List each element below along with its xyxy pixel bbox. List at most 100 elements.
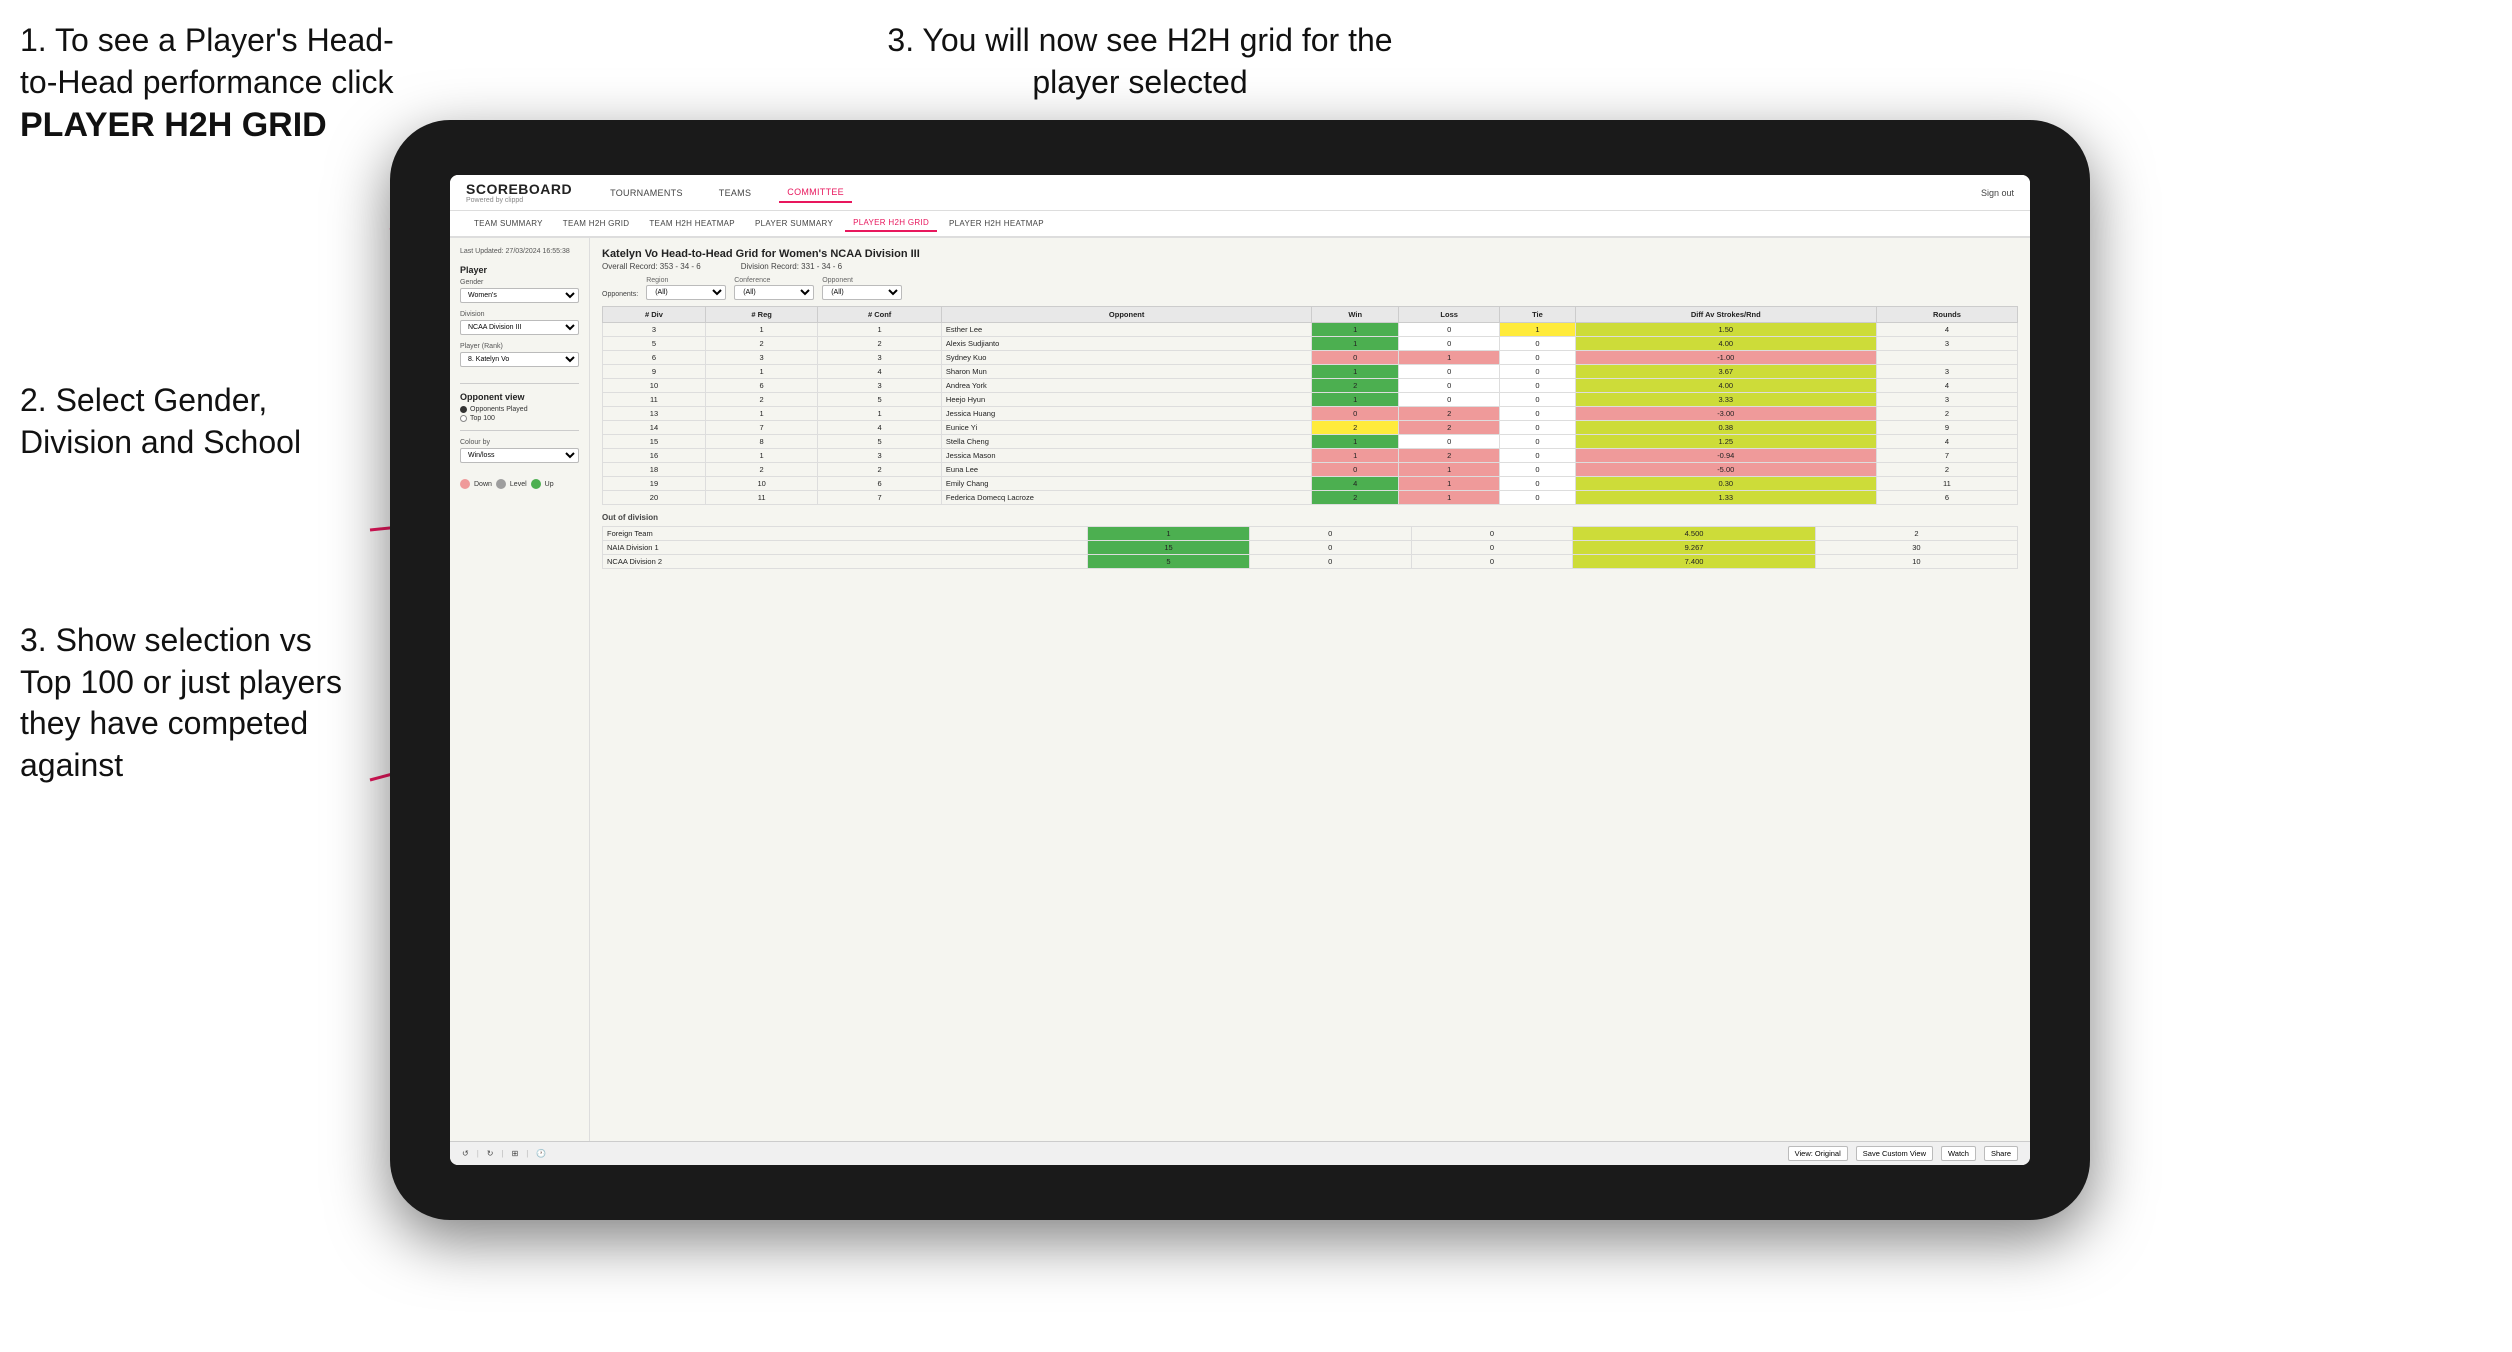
- table-row: 19 10 6 Emily Chang 4 1 0 0.30 11: [603, 477, 2018, 491]
- toolbar-refresh[interactable]: 🕐: [536, 1149, 546, 1158]
- sidebar-gender-label: Gender: [460, 279, 579, 286]
- tablet-screen: SCOREBOARD Powered by clippd TOURNAMENTS…: [450, 175, 2030, 1165]
- logo-area: SCOREBOARD Powered by clippd: [466, 181, 572, 204]
- toolbar-sep3: |: [526, 1149, 528, 1158]
- main-content: Last Updated: 27/03/2024 16:55:38 Player…: [450, 238, 2030, 1141]
- table-row: 3 1 1 Esther Lee 1 0 1 1.50 4: [603, 323, 2018, 337]
- table-row: 16 1 3 Jessica Mason 1 2 0 -0.94 7: [603, 449, 2018, 463]
- sidebar-division-label: Division: [460, 311, 579, 318]
- radio-dot-opponents: [460, 406, 467, 413]
- table-row: 15 8 5 Stella Cheng 1 0 0 1.25 4: [603, 435, 2018, 449]
- step2-text: 2. Select Gender, Division and School: [20, 382, 301, 460]
- toolbar-watch[interactable]: Watch: [1941, 1146, 1976, 1161]
- col-header-loss: Loss: [1399, 307, 1500, 323]
- filter-conference-select[interactable]: (All): [734, 285, 814, 300]
- filter-region-select[interactable]: (All): [646, 285, 726, 300]
- step1-bold: PLAYER H2H GRID: [20, 106, 327, 144]
- filter-conference-group: Conference (All): [734, 277, 814, 300]
- app-header: SCOREBOARD Powered by clippd TOURNAMENTS…: [450, 175, 2030, 211]
- sidebar-colour-by-label: Colour by: [460, 439, 579, 446]
- nav-tournaments[interactable]: TOURNAMENTS: [602, 184, 691, 202]
- toolbar-sep2: |: [501, 1149, 503, 1158]
- col-header-win: Win: [1312, 307, 1399, 323]
- col-header-conf: # Conf: [818, 307, 942, 323]
- grid-records: Overall Record: 353 - 34 - 6 Division Re…: [602, 262, 2018, 271]
- toolbar-redo[interactable]: ↻: [487, 1149, 494, 1158]
- sidebar-gender-select[interactable]: Women's Men's: [460, 288, 579, 303]
- toolbar-view-original[interactable]: View: Original: [1788, 1146, 1848, 1161]
- sidebar-opponent-options: Opponents Played Top 100: [460, 406, 579, 422]
- main-data-table: # Div # Reg # Conf Opponent Win Loss Tie…: [602, 306, 2018, 505]
- table-row: 20 11 7 Federica Domecq Lacroze 2 1 0 1.…: [603, 491, 2018, 505]
- colour-dot-level: [496, 479, 506, 489]
- filter-opponent-select[interactable]: (All): [822, 285, 902, 300]
- step1-text: 1. To see a Player's Head-to-Head perfor…: [20, 22, 394, 100]
- instruction-step1: 1. To see a Player's Head-to-Head perfor…: [20, 20, 400, 147]
- subnav-team-h2h-grid[interactable]: TEAM H2H GRID: [555, 216, 638, 231]
- col-header-div: # Div: [603, 307, 706, 323]
- sub-navigation: TEAM SUMMARY TEAM H2H GRID TEAM H2H HEAT…: [450, 211, 2030, 238]
- sidebar-opponent-view-label: Opponent view: [460, 392, 579, 402]
- instruction-step3-bottom: 3. Show selection vs Top 100 or just pla…: [20, 620, 360, 786]
- sidebar-colour-select[interactable]: Win/loss: [460, 448, 579, 463]
- table-row: 9 1 4 Sharon Mun 1 0 0 3.67 3: [603, 365, 2018, 379]
- nav-committee[interactable]: COMMITTEE: [779, 183, 852, 203]
- out-of-division-label: Out of division: [602, 513, 2018, 522]
- table-row: Foreign Team 1 0 0 4.500 2: [603, 527, 2018, 541]
- filter-row: Opponents: Region (All) Conference (All): [602, 277, 2018, 300]
- filter-opponent-label: Opponent: [822, 277, 902, 284]
- toolbar-filter[interactable]: ⊞: [512, 1149, 519, 1158]
- filter-conference-label: Conference: [734, 277, 814, 284]
- toolbar-save-custom[interactable]: Save Custom View: [1856, 1146, 1933, 1161]
- nav-teams[interactable]: TEAMS: [711, 184, 760, 202]
- subnav-player-h2h-grid[interactable]: PLAYER H2H GRID: [845, 215, 937, 232]
- table-row: 13 1 1 Jessica Huang 0 2 0 -3.00 2: [603, 407, 2018, 421]
- colour-label-down: Down: [474, 481, 492, 488]
- table-row: 5 2 2 Alexis Sudjianto 1 0 0 4.00 3: [603, 337, 2018, 351]
- col-header-diff: Diff Av Strokes/Rnd: [1575, 307, 1876, 323]
- table-row: 11 2 5 Heejo Hyun 1 0 0 3.33 3: [603, 393, 2018, 407]
- sidebar-player-rank-label: Player (Rank): [460, 343, 579, 350]
- table-row: 18 2 2 Euna Lee 0 1 0 -5.00 2: [603, 463, 2018, 477]
- step3-bottom-text: 3. Show selection vs Top 100 or just pla…: [20, 622, 342, 783]
- col-header-opponent: Opponent: [941, 307, 1311, 323]
- subnav-player-summary[interactable]: PLAYER SUMMARY: [747, 216, 841, 231]
- col-header-reg: # Reg: [705, 307, 817, 323]
- radio-top100[interactable]: Top 100: [460, 415, 579, 422]
- sidebar-divider-2: [460, 430, 579, 431]
- table-header-row: # Div # Reg # Conf Opponent Win Loss Tie…: [603, 307, 2018, 323]
- overall-record: Overall Record: 353 - 34 - 6: [602, 262, 701, 271]
- filter-opponent-group: Opponent (All): [822, 277, 902, 300]
- radio-opponents-played[interactable]: Opponents Played: [460, 406, 579, 413]
- sign-out-link[interactable]: Sign out: [1981, 188, 2014, 198]
- sidebar-division-select[interactable]: NCAA Division III NCAA Division I NCAA D…: [460, 320, 579, 335]
- bottom-toolbar: ↺ | ↻ | ⊞ | 🕐 View: Original Save Custom…: [450, 1141, 2030, 1165]
- radio-dot-top100: [460, 415, 467, 422]
- sidebar-divider-1: [460, 383, 579, 384]
- table-row: NAIA Division 1 15 0 0 9.267 30: [603, 541, 2018, 555]
- col-header-tie: Tie: [1500, 307, 1575, 323]
- tablet-device: SCOREBOARD Powered by clippd TOURNAMENTS…: [390, 120, 2090, 1220]
- sidebar-player-select[interactable]: 8. Katelyn Vo: [460, 352, 579, 367]
- table-row: 6 3 3 Sydney Kuo 0 1 0 -1.00: [603, 351, 2018, 365]
- colour-dot-up: [531, 479, 541, 489]
- sidebar-timestamp: Last Updated: 27/03/2024 16:55:38: [460, 248, 579, 255]
- subnav-player-h2h-heatmap[interactable]: PLAYER H2H HEATMAP: [941, 216, 1052, 231]
- step3-top-text: 3. You will now see H2H grid for the pla…: [887, 22, 1392, 100]
- subnav-team-summary[interactable]: TEAM SUMMARY: [466, 216, 551, 231]
- col-header-rounds: Rounds: [1876, 307, 2017, 323]
- toolbar-share[interactable]: Share: [1984, 1146, 2018, 1161]
- grid-title: Katelyn Vo Head-to-Head Grid for Women's…: [602, 248, 2018, 260]
- colour-label-up: Up: [545, 481, 554, 488]
- subnav-team-h2h-heatmap[interactable]: TEAM H2H HEATMAP: [641, 216, 743, 231]
- toolbar-undo[interactable]: ↺: [462, 1149, 469, 1158]
- out-of-division-table: Foreign Team 1 0 0 4.500 2 NAIA Division…: [602, 526, 2018, 569]
- sidebar: Last Updated: 27/03/2024 16:55:38 Player…: [450, 238, 590, 1141]
- colour-dot-down: [460, 479, 470, 489]
- table-row: 14 7 4 Eunice Yi 2 2 0 0.38 9: [603, 421, 2018, 435]
- colour-legend: Down Level Up: [460, 479, 579, 489]
- grid-area: Katelyn Vo Head-to-Head Grid for Women's…: [590, 238, 2030, 1141]
- logo-sub: Powered by clippd: [466, 197, 572, 204]
- toolbar-sep1: |: [477, 1149, 479, 1158]
- instruction-step3-top: 3. You will now see H2H grid for the pla…: [840, 20, 1440, 103]
